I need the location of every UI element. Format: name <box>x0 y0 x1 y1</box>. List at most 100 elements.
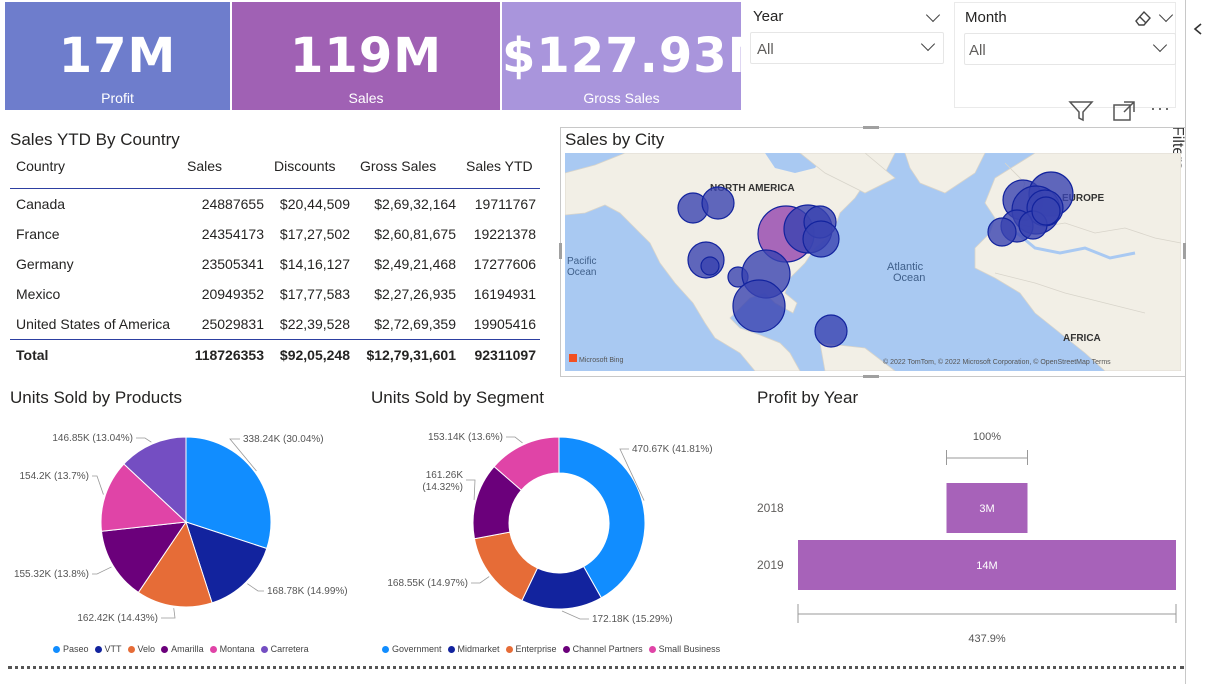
col-header-sales[interactable]: Sales <box>181 152 268 189</box>
legend-dot <box>209 645 217 653</box>
legend-label: Velo <box>137 644 156 654</box>
cell-discounts: $22,39,528 <box>279 316 350 332</box>
legend-item[interactable]: Small Business <box>648 644 721 654</box>
col-header-sales-ytd[interactable]: Sales YTD <box>460 152 540 189</box>
col-header-discounts[interactable]: Discounts <box>268 152 354 189</box>
kpi-gross-sales-label: Gross Sales <box>583 90 660 106</box>
year-dropdown[interactable]: All <box>750 32 944 64</box>
legend-item[interactable]: Government <box>382 644 442 654</box>
legend-dot <box>382 645 389 653</box>
city-bubble <box>987 217 1017 247</box>
legend-dot <box>562 645 570 653</box>
cell-country: Canada <box>16 196 66 212</box>
profit-by-year-chart[interactable]: 2018 3M 2019 14M 100% 437.9% <box>752 418 1182 653</box>
units-by-segment-donut[interactable]: 470.67K (41.81%) 172.18K (15.29%) 168.55K … <box>370 418 750 643</box>
eraser-icon[interactable] <box>1133 9 1153 27</box>
legend-dot <box>648 645 656 653</box>
bottom-percent-label: 437.9% <box>968 633 1006 645</box>
data-label: 470.67K (41.81%) <box>632 444 713 455</box>
leader-line <box>92 566 112 575</box>
chevron-left-icon[interactable] <box>1192 22 1204 36</box>
legend-item[interactable]: Midmarket <box>447 644 500 654</box>
month-dropdown[interactable]: All <box>964 33 1176 65</box>
legend-item[interactable]: Velo <box>127 644 156 654</box>
cell-sales-ytd: 19905416 <box>473 316 536 332</box>
table-row[interactable]: Mexico 20949352 $17,77,583 $2,27,26,935 … <box>10 279 540 309</box>
cell-country: Mexico <box>16 286 61 302</box>
table-total-row: Total 118726353 $92,05,248 $12,79,31,601… <box>10 339 540 370</box>
cell-total-discounts: $92,05,248 <box>268 339 354 370</box>
legend-dot <box>127 645 135 653</box>
cell-gross-sales: $2,27,26,935 <box>374 286 456 302</box>
resize-handle[interactable] <box>1183 243 1186 259</box>
ytd-table-title: Sales YTD By Country <box>10 130 180 149</box>
products-chart-title: Units Sold by Products <box>10 388 182 407</box>
units-by-products-pie[interactable]: 338.24K (30.04%) 168.78K (14.99%) 162.42K … <box>5 418 365 643</box>
legend-label: Enterprise <box>515 644 557 654</box>
table-row[interactable]: Canada 24887655 $20,44,509 $2,69,32,164 … <box>10 189 540 220</box>
page-divider <box>8 666 1184 669</box>
legend-label: Small Business <box>658 644 721 654</box>
cell-discounts: $14,16,127 <box>279 256 350 272</box>
map-label-africa: AFRICA <box>1063 333 1101 344</box>
legend-item[interactable]: Montana <box>209 644 255 654</box>
data-label: 161.26K (14.32%) <box>422 470 463 493</box>
data-label: 172.18K (15.29%) <box>592 614 673 625</box>
legend-item[interactable]: Enterprise <box>505 644 557 654</box>
kpi-sales-card: 119M Sales <box>232 2 500 110</box>
map-canvas[interactable]: NORTH AMERICA EUROPE AFRICA Pacific Ocean… <box>565 153 1181 371</box>
resize-handle[interactable] <box>559 243 562 259</box>
city-bubble <box>701 186 735 220</box>
cell-discounts: $17,77,583 <box>279 286 350 302</box>
cell-discounts: $20,44,509 <box>279 196 350 212</box>
chevron-down-icon[interactable] <box>925 7 941 23</box>
table-row[interactable]: United States of America 25029831 $22,39… <box>10 309 540 340</box>
resize-handle[interactable] <box>863 375 879 378</box>
leader-line <box>506 436 523 444</box>
data-label: 146.85K (13.04%) <box>52 433 133 444</box>
sales-ytd-table: Country Sales Discounts Gross Sales Sale… <box>10 152 540 370</box>
table-row[interactable]: France 24354173 $17,27,502 $2,60,81,675 … <box>10 219 540 249</box>
legend-item[interactable]: VTT <box>94 644 122 654</box>
top-percent-label: 100% <box>973 431 1001 443</box>
focus-mode-icon[interactable] <box>1112 100 1136 122</box>
kpi-gross-sales-value: $127.93M <box>502 28 777 84</box>
more-options-button[interactable]: ··· <box>1150 98 1171 119</box>
cell-sales: 24887655 <box>201 196 264 212</box>
data-label: 338.24K (30.04%) <box>243 434 324 445</box>
legend-label: Government <box>392 644 442 654</box>
leader-line <box>561 610 589 620</box>
legend-dot <box>53 645 60 653</box>
legend-dot <box>161 645 169 653</box>
kpi-profit-label: Profit <box>101 90 134 106</box>
cell-total-label: Total <box>10 339 181 370</box>
legend-dot <box>505 645 513 653</box>
legend-dot <box>94 645 102 653</box>
chevron-down-icon <box>1152 37 1168 53</box>
cell-sales: 24354173 <box>201 226 264 242</box>
legend-item[interactable]: Paseo <box>53 644 89 654</box>
legend-item[interactable]: Channel Partners <box>562 644 643 654</box>
leader-line <box>247 583 264 592</box>
bottom-bracket <box>797 604 1177 623</box>
resize-handle[interactable] <box>863 126 879 129</box>
legend-item[interactable]: Amarilla <box>161 644 204 654</box>
table-row[interactable]: Germany 23505341 $14,16,127 $2,49,21,468… <box>10 249 540 279</box>
cell-sales-ytd: 16194931 <box>473 286 536 302</box>
year-slicer: Year All <box>750 2 946 108</box>
legend-label: VTT <box>104 644 122 654</box>
city-bubble <box>732 279 786 333</box>
cell-sales-ytd: 19221378 <box>473 226 536 242</box>
filter-icon[interactable] <box>1068 100 1094 122</box>
kpi-profit-value: 17M <box>58 28 177 84</box>
col-header-gross-sales[interactable]: Gross Sales <box>354 152 460 189</box>
col-header-country[interactable]: Country <box>10 152 181 189</box>
legend-label: Paseo <box>63 644 89 654</box>
legend-dot <box>260 645 268 653</box>
legend-item[interactable]: Carretera <box>260 644 309 654</box>
products-legend: Paseo VTT Velo Amarilla Montana Carretera <box>53 644 309 654</box>
chevron-down-icon[interactable] <box>1158 7 1174 23</box>
city-bubble <box>802 220 840 258</box>
leader-line <box>471 576 490 584</box>
map-bing-label: Microsoft Bing <box>579 357 623 364</box>
